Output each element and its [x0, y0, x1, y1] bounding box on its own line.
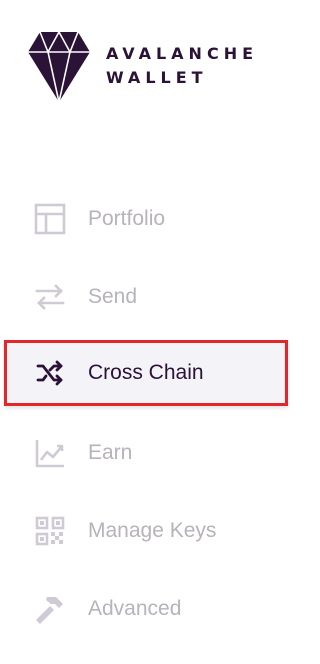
shuffle-icon [34, 357, 66, 389]
chart-icon [34, 437, 66, 469]
nav-item-label: Portfolio [88, 207, 166, 230]
diamond-logo-icon [28, 31, 90, 102]
sidebar: AVALANCHE WALLET Portfolio Send Cross Ch… [0, 0, 294, 664]
brand-name-line2: WALLET [106, 68, 208, 87]
brand-name: AVALANCHE WALLET [106, 42, 258, 90]
hammer-icon [34, 593, 66, 625]
qr-code-icon [34, 515, 66, 547]
nav-item-label: Cross Chain [88, 361, 204, 384]
nav-item-label: Manage Keys [88, 519, 217, 542]
nav-item-earn[interactable]: Earn [4, 420, 288, 486]
nav-item-label: Earn [88, 441, 133, 464]
brand-name-line1: AVALANCHE [106, 44, 259, 63]
nav-item-label: Send [88, 285, 138, 308]
nav-item-label: Advanced [88, 597, 182, 620]
portfolio-icon [34, 203, 66, 235]
send-arrows-icon [34, 281, 66, 313]
brand-logo[interactable]: AVALANCHE WALLET [28, 30, 258, 102]
nav-item-send[interactable]: Send [4, 264, 288, 330]
nav-item-cross-chain[interactable]: Cross Chain [4, 340, 288, 406]
nav-item-manage-keys[interactable]: Manage Keys [4, 498, 288, 564]
nav-item-portfolio[interactable]: Portfolio [4, 186, 288, 252]
nav-item-advanced[interactable]: Advanced [4, 576, 288, 642]
